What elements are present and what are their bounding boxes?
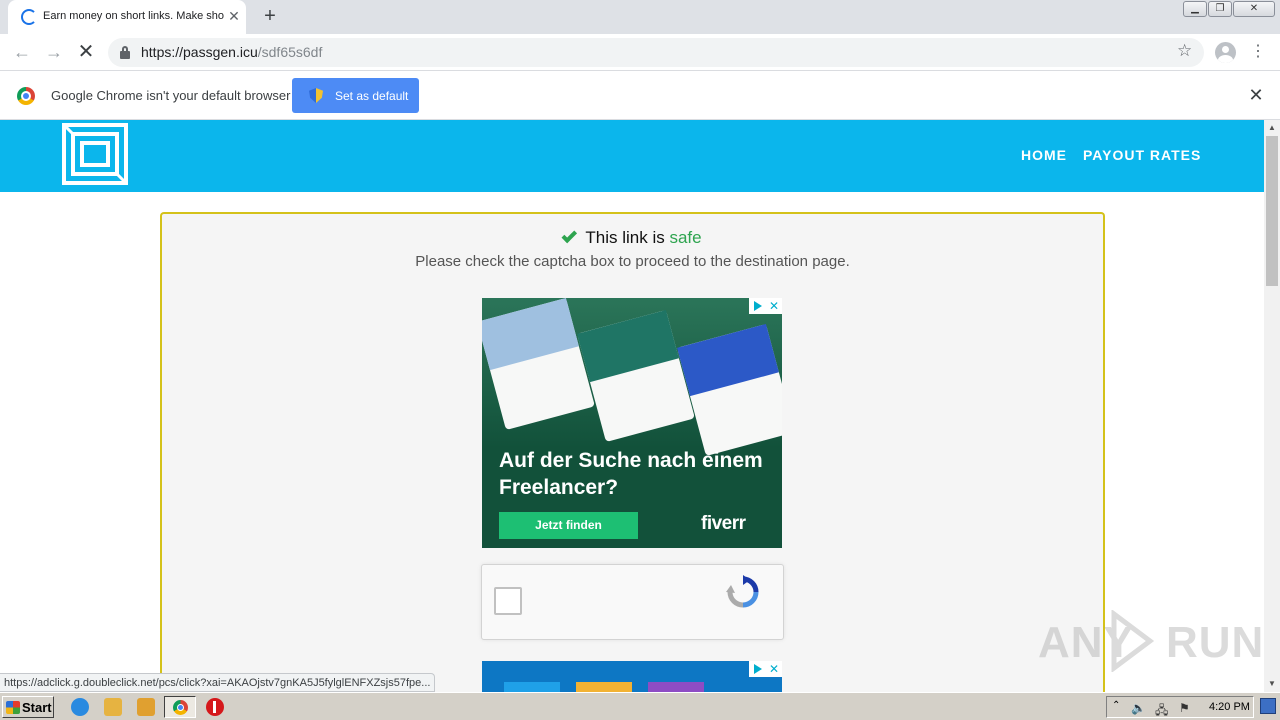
window-minimize-button[interactable]: ▁: [1183, 1, 1207, 17]
start-button[interactable]: Start: [2, 696, 54, 718]
site-header: HOME PAYOUT RATES: [0, 120, 1264, 192]
ad-brand-logo: fiverr: [701, 513, 746, 534]
checkmark-icon: [561, 227, 578, 244]
watermark-text-right: RUN: [1166, 618, 1265, 667]
second-advertisement[interactable]: ✕: [482, 661, 782, 692]
back-button[interactable]: ←: [10, 41, 34, 63]
ad-image-block: [504, 682, 560, 692]
ad-choices-badge[interactable]: ✕: [749, 298, 782, 314]
ad-close-icon[interactable]: ✕: [769, 661, 781, 677]
taskbar-chrome-button[interactable]: [164, 696, 196, 718]
media-player-icon[interactable]: [137, 698, 155, 716]
chrome-logo-icon: [17, 87, 35, 105]
tab-title: Earn money on short links. Make sho: [43, 10, 224, 22]
captcha-instruction: Please check the captcha box to proceed …: [415, 253, 850, 270]
page-viewport: HOME PAYOUT RATES This link is safe Plea…: [0, 120, 1264, 692]
stop-sign-icon[interactable]: [206, 698, 224, 716]
volume-icon[interactable]: 🔈: [1131, 701, 1146, 715]
taskbar-clock[interactable]: 4:20 PM: [1209, 701, 1250, 713]
tray-expand-icon[interactable]: ⌃: [1112, 700, 1120, 711]
profile-icon[interactable]: [1215, 42, 1236, 63]
screen: Earn money on short links. Make sho ✕ + …: [0, 0, 1280, 720]
url-path: /sdf65s6df: [257, 44, 323, 60]
ad-close-icon[interactable]: ✕: [769, 298, 781, 314]
action-center-flag-icon[interactable]: ⚑: [1179, 701, 1190, 715]
nav-home-link[interactable]: HOME: [1021, 147, 1067, 163]
ad-gig-card: [677, 324, 782, 456]
page-scrollbar[interactable]: ▲ ▼: [1264, 120, 1280, 692]
network-icon[interactable]: 🖧: [1155, 701, 1168, 720]
infobar-close-icon[interactable]: ✕: [1247, 86, 1265, 104]
safe-status: This link is safe: [162, 227, 1103, 248]
file-explorer-icon[interactable]: [104, 698, 122, 716]
advertisement-banner[interactable]: Auf der Suche nach einem Freelancer? Jet…: [482, 298, 782, 548]
url-domain: https://passgen.icu: [141, 44, 258, 60]
browser-toolbar: ← → ✕ https://passgen.icu/sdf65s6df ☆ ⋮: [0, 34, 1280, 71]
ad-headline: Auf der Suche nach einem Freelancer?: [499, 449, 763, 499]
scroll-up-arrow-icon[interactable]: ▲: [1264, 120, 1280, 136]
new-tab-button[interactable]: +: [258, 5, 282, 29]
safe-word: safe: [669, 228, 702, 247]
star-icon[interactable]: ☆: [1177, 41, 1192, 61]
ad-choices-badge[interactable]: ✕: [749, 661, 782, 677]
address-bar[interactable]: https://passgen.icu/sdf65s6df ☆: [108, 38, 1204, 67]
scroll-thumb[interactable]: [1266, 136, 1278, 286]
chrome-logo-icon: [173, 700, 188, 715]
loading-spinner-icon: [21, 9, 37, 25]
site-logo[interactable]: [62, 121, 130, 187]
recaptcha-widget: [481, 564, 784, 640]
nav-payout-rates-link[interactable]: PAYOUT RATES: [1083, 147, 1201, 163]
infobar-message: Google Chrome isn't your default browser: [51, 88, 291, 103]
lock-icon[interactable]: [120, 46, 130, 59]
ad-image: [482, 298, 782, 456]
browser-tab[interactable]: Earn money on short links. Make sho ✕: [8, 0, 246, 34]
safe-prefix: This link is: [585, 228, 665, 247]
ad-image-block: [648, 682, 704, 692]
captcha-checkbox[interactable]: [494, 587, 522, 615]
show-desktop-button[interactable]: [1260, 698, 1276, 714]
scroll-down-arrow-icon[interactable]: ▼: [1264, 676, 1280, 692]
default-browser-infobar: Google Chrome isn't your default browser…: [0, 71, 1280, 120]
window-maximize-button[interactable]: ❐: [1208, 1, 1232, 17]
address-url[interactable]: https://passgen.icu/sdf65s6df: [141, 44, 322, 60]
start-label: Start: [22, 700, 52, 715]
internet-explorer-icon[interactable]: [71, 698, 89, 716]
window-close-button[interactable]: ✕: [1233, 1, 1275, 17]
link-status-bubble: https://adclick.g.doubleclick.net/pcs/cl…: [0, 673, 436, 692]
windows-taskbar: Start ⌃ 🔈 🖧 ⚑ 4:20 PM: [0, 692, 1280, 720]
system-tray: ⌃ 🔈 🖧 ⚑ 4:20 PM: [1106, 696, 1254, 718]
forward-button[interactable]: →: [42, 41, 66, 63]
ad-image-block: [576, 682, 632, 692]
ad-cta-button[interactable]: Jetzt finden: [499, 512, 638, 539]
set-as-default-button[interactable]: Set as default: [292, 78, 419, 113]
ad-choices-icon[interactable]: [754, 664, 762, 674]
set-as-default-label: Set as default: [335, 89, 409, 103]
recaptcha-icon: [726, 575, 759, 608]
more-menu-icon[interactable]: ⋮: [1250, 42, 1266, 62]
ad-gig-card: [482, 298, 595, 430]
stop-loading-button[interactable]: ✕: [74, 41, 98, 63]
ad-gig-card: [577, 310, 695, 442]
windows-logo-icon: [6, 701, 20, 714]
tab-strip: Earn money on short links. Make sho ✕ + …: [0, 0, 1280, 34]
tab-close-icon[interactable]: ✕: [226, 8, 242, 24]
uac-shield-icon: [309, 88, 323, 103]
watermark-play-icon: [1111, 610, 1154, 672]
anyrun-watermark: ANY RUN: [1038, 610, 1263, 672]
link-check-card: This link is safe Please check the captc…: [160, 212, 1105, 692]
ad-choices-icon[interactable]: [754, 301, 762, 311]
